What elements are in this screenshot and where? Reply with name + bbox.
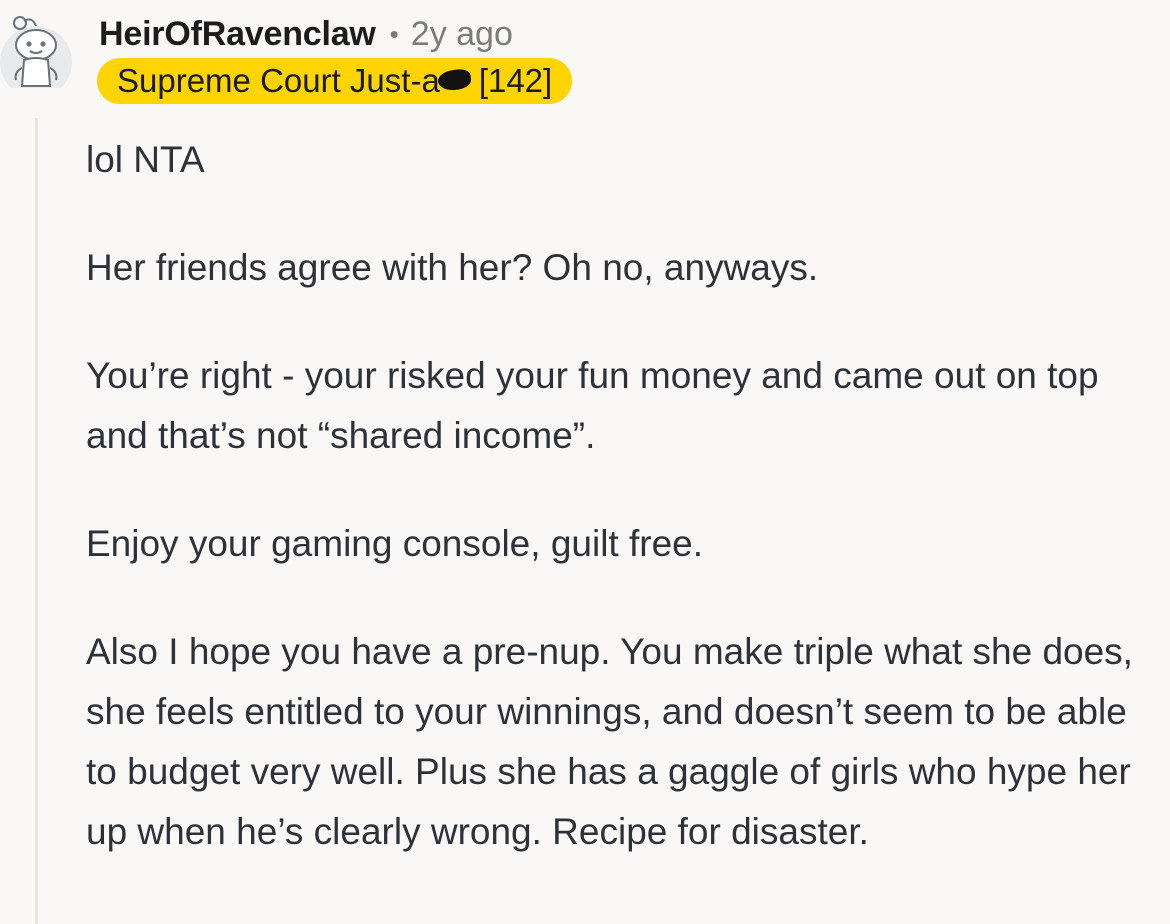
thread-line[interactable] — [35, 118, 38, 924]
censor-mark — [436, 67, 473, 93]
user-avatar-icon[interactable] — [0, 12, 72, 98]
user-flair: Supreme Court Just-a [142] — [97, 58, 573, 104]
comment-paragraph: You’re right - your risked your fun mone… — [86, 355, 1099, 456]
username-link[interactable]: HeirOfRavenclaw — [99, 15, 376, 54]
timestamp[interactable]: 2y ago — [411, 15, 513, 54]
comment-paragraph: lol NTA — [86, 139, 205, 180]
comment-paragraph: Also I hope you have a pre-nup. You make… — [86, 631, 1133, 852]
comment-paragraph: Enjoy your gaming console, guilt free. — [86, 523, 704, 564]
snoo-avatar-icon — [0, 16, 72, 98]
flair-text: Supreme Court Just-a — [117, 62, 440, 99]
flair-count: [142] — [478, 62, 553, 99]
comment-body: lol NTA Her friends agree with her? Oh n… — [86, 130, 1166, 910]
comment-paragraph: Her friends agree with her? Oh no, anywa… — [86, 247, 819, 288]
separator-dot: • — [389, 18, 399, 49]
comment-header: HeirOfRavenclaw • 2y ago — [99, 12, 513, 56]
